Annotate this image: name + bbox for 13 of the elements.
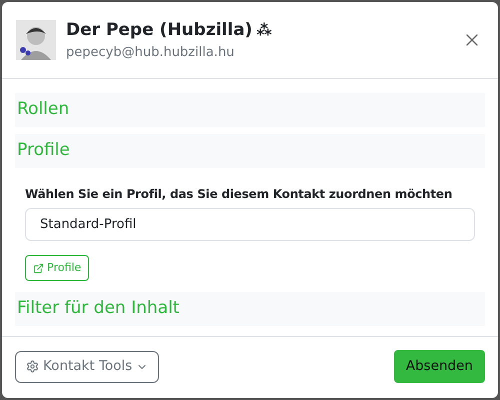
contact-name: Der Pepe (Hubzilla) (66, 18, 252, 42)
submit-button[interactable]: Absenden (394, 350, 485, 383)
contact-address: pepecyb@hub.hubzilla.hu (66, 44, 236, 62)
external-link-icon (33, 262, 44, 274)
section-header[interactable]: Filter für den Inhalt (15, 292, 485, 326)
profile-link[interactable]: Profile (25, 255, 90, 281)
profile-select[interactable]: Standard-Profil (25, 208, 475, 241)
gear-icon (26, 360, 39, 373)
tools-dropdown[interactable]: Kontakt Tools (15, 350, 160, 382)
section-header[interactable]: Profile (15, 134, 485, 168)
field-label: Wählen Sie ein Profil, das Sie diesem Kontakt zuordnen möchten (25, 186, 452, 203)
fediverse-symbol: ⁂ (256, 20, 272, 41)
section-header[interactable]: Rollen (15, 93, 485, 127)
